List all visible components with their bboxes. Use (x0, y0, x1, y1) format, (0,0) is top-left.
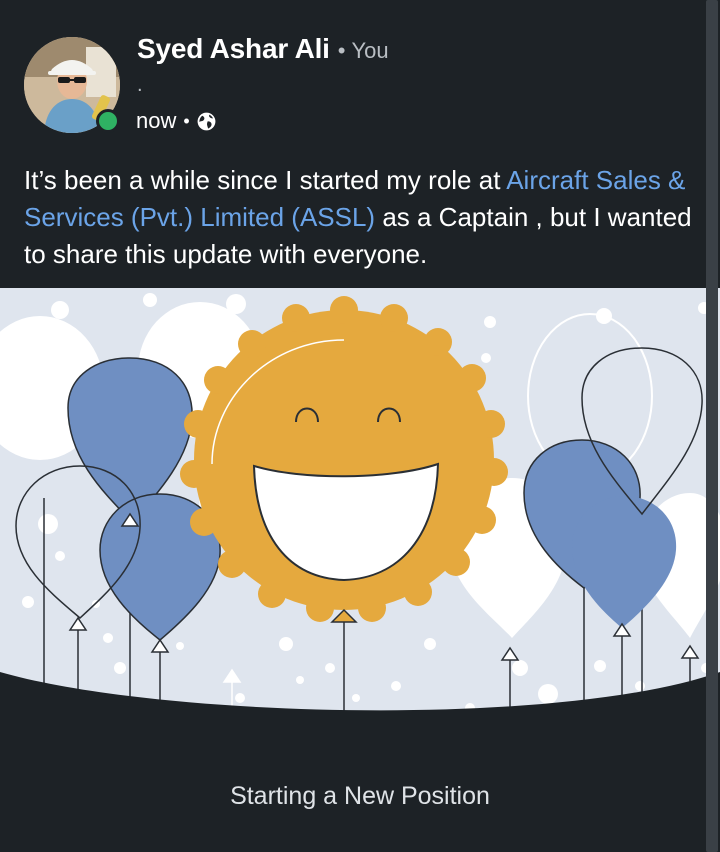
online-status-indicator (96, 109, 120, 133)
separator-dot: • (183, 110, 190, 131)
author-relation: You (351, 38, 389, 63)
post-meta: now • (136, 108, 217, 134)
post-card: Syed Ashar Ali • You . now • It’s been a… (0, 0, 720, 852)
banner-caption: Starting a New Position (230, 782, 490, 810)
globe-icon (196, 111, 217, 132)
author-row: Syed Ashar Ali • You (137, 33, 389, 65)
post-text-start: It’s been a while since I started my rol… (24, 165, 507, 195)
separator-dot: • (337, 38, 346, 63)
celebration-banner[interactable] (0, 288, 720, 728)
post-timestamp: now (136, 108, 177, 133)
post-body: It’s been a while since I started my rol… (24, 162, 694, 273)
author-name[interactable]: Syed Ashar Ali (137, 33, 330, 65)
post-header: Syed Ashar Ali • You . now • (0, 0, 720, 150)
author-headline: . (137, 74, 143, 96)
scrollbar[interactable] (706, 0, 718, 852)
